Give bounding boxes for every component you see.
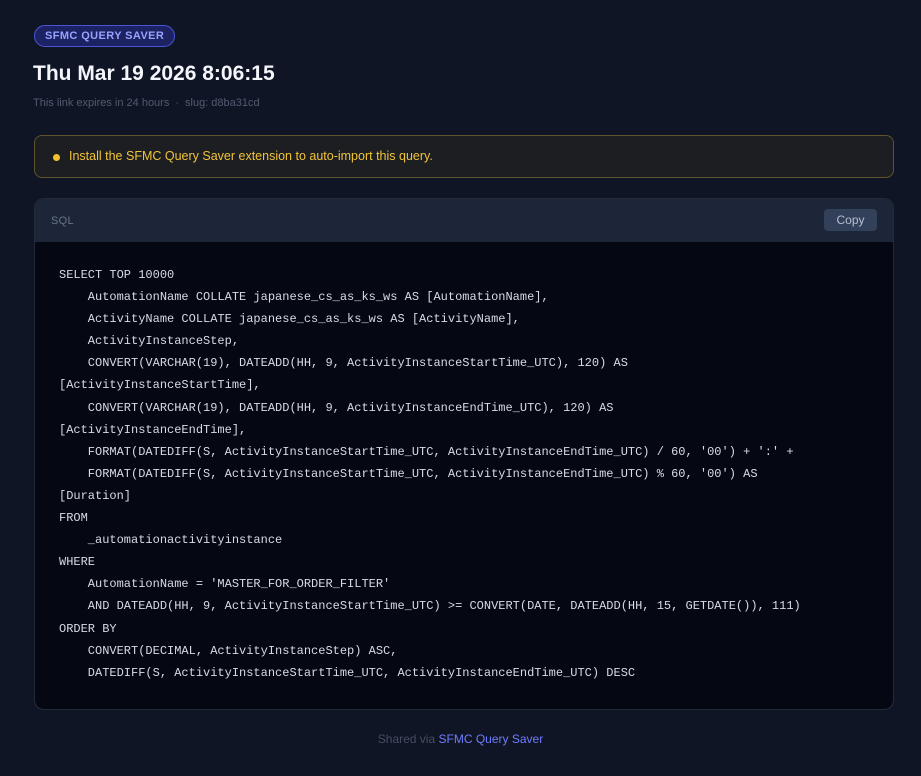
page: SFMC QUERY SAVER Thu Mar 19 2026 8:06:15… bbox=[0, 0, 921, 776]
code-line: FROM bbox=[59, 511, 88, 526]
code-line: FORMAT(DATEDIFF(S, ActivityInstanceStart… bbox=[59, 444, 794, 459]
code-panel: SQL Copy SELECT TOP 10000 AutomationName… bbox=[34, 198, 894, 710]
code-line: ActivityInstanceStep, bbox=[59, 334, 240, 349]
code-line: ActivityName COLLATE japanese_cs_as_ks_w… bbox=[59, 312, 520, 327]
code-line: [ActivityInstanceEndTime], bbox=[59, 422, 247, 437]
code-line: CONVERT(VARCHAR(19), DATEADD(HH, 9, Acti… bbox=[59, 356, 628, 371]
code-line: [ActivityInstanceStartTime], bbox=[59, 378, 261, 393]
warning-dot-icon bbox=[53, 154, 60, 161]
code-line: CONVERT(DECIMAL, ActivityInstanceStep) A… bbox=[59, 643, 398, 658]
code-block[interactable]: SELECT TOP 10000 AutomationName COLLATE … bbox=[59, 264, 877, 684]
link-meta: This link expires in 24 hours · slug: d8ba… bbox=[33, 97, 260, 109]
code-line: ORDER BY bbox=[59, 621, 117, 636]
install-notice: Install the SFMC Query Saver extension t… bbox=[34, 135, 894, 178]
code-line: AutomationName = 'MASTER_FOR_ORDER_FILTE… bbox=[59, 577, 391, 592]
code-panel-header: SQL Copy bbox=[35, 199, 893, 242]
footer: Shared via SFMC Query Saver bbox=[0, 732, 921, 746]
footer-prefix: Shared via bbox=[377, 732, 436, 746]
code-line: WHERE bbox=[59, 555, 96, 570]
code-line: AND DATEADD(HH, 9, ActivityInstanceStart… bbox=[59, 599, 801, 614]
footer-link[interactable]: SFMC Query Saver bbox=[439, 732, 544, 746]
code-line: SELECT TOP 10000 bbox=[59, 268, 175, 282]
slug-text: slug: d8ba31cd bbox=[185, 97, 260, 109]
install-notice-message: Install the SFMC Query Saver extension t… bbox=[69, 149, 433, 163]
code-line: AutomationName COLLATE japanese_cs_as_ks… bbox=[59, 290, 549, 305]
app-badge: SFMC QUERY SAVER bbox=[34, 25, 176, 47]
code-line: CONVERT(VARCHAR(19), DATEADD(HH, 9, Acti… bbox=[59, 400, 614, 415]
meta-separator: · bbox=[175, 97, 180, 109]
page-title: Thu Mar 19 2026 8:06:15 bbox=[33, 62, 275, 85]
code-line: DATEDIFF(S, ActivityInstanceStartTime_UT… bbox=[59, 665, 636, 680]
copy-button[interactable]: Copy bbox=[824, 209, 877, 231]
code-line: FORMAT(DATEDIFF(S, ActivityInstanceStart… bbox=[59, 466, 758, 481]
code-line: [Duration] bbox=[59, 488, 132, 503]
code-line: _automationactivityinstance bbox=[59, 533, 283, 548]
expiry-text: This link expires in 24 hours bbox=[33, 97, 170, 109]
code-language-label: SQL bbox=[51, 215, 74, 227]
